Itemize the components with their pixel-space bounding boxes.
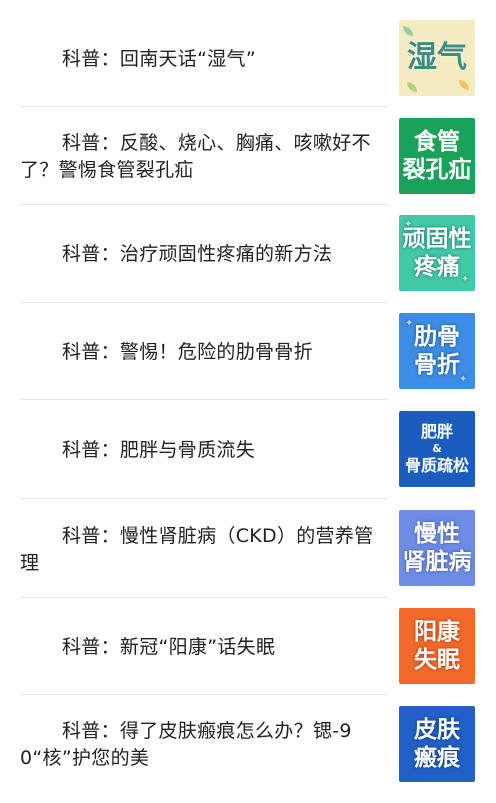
thumbnail-text: 食管 [414,129,460,155]
thumbnail-text: 骨质疏松 [404,456,469,475]
article-item-ckd-nutrition[interactable]: 科普：慢性肾脏病（CKD）的营养管理 慢性 肾脏病 [0,499,496,597]
thumbnail-text: 瘢痕 [414,745,460,771]
thumbnail-text: & [432,442,442,455]
article-thumbnail[interactable]: ✦ ✦ 肋骨 骨折 [399,313,475,389]
article-item-hiatal-hernia[interactable]: 科普：反酸、烧心、胸痛、咳嗽好不了？警惕食管裂孔疝 食管 裂孔疝 [0,107,496,205]
sparkle-icon: ✦ [405,318,414,329]
article-thumbnail[interactable]: 肥胖 & 骨质疏松 [399,411,475,487]
article-title[interactable]: 科普：慢性肾脏病（CKD）的营养管理 [20,523,380,577]
article-title[interactable]: 科普：警惕！危险的肋骨骨折 [20,339,380,366]
thumbnail-text: 裂孔疝 [402,157,472,183]
thumbnail-text: 阳康 [414,619,460,645]
leaf-decoration-icon [459,80,469,90]
leaf-decoration-icon [407,82,417,92]
article-item-obesity-bone-loss[interactable]: 科普：肥胖与骨质流失 肥胖 & 骨质疏松 [0,400,496,498]
article-title[interactable]: 科普：治疗顽固性疼痛的新方法 [20,241,380,268]
article-item-humidity[interactable]: 科普：回南天话“湿气” 湿气 [0,10,496,107]
sparkle-icon: ✦ [461,274,470,285]
thumbnail-text: 肾脏病 [402,549,472,575]
article-title[interactable]: 科普：回南天话“湿气” [20,46,380,73]
article-list: 科普：回南天话“湿气” 湿气 科普：反酸、烧心、胸痛、咳嗽好不了？警惕食管裂孔疝… [0,0,496,803]
article-thumbnail[interactable]: 慢性 肾脏病 [399,510,475,586]
thumbnail-text: 肋骨 [414,324,460,350]
article-item-rib-fracture[interactable]: 科普：警惕！危险的肋骨骨折 ✦ ✦ 肋骨 骨折 [0,303,496,400]
article-item-skin-scar[interactable]: 科普：得了皮肤瘢痕怎么办？锶-90“核”护您的美 皮肤 瘢痕 [0,695,496,793]
article-title[interactable]: 科普：新冠“阳康”话失眠 [20,634,380,661]
thumbnail-text: 顽固性 [402,226,472,252]
thumbnail-text: 疼痛 [414,254,460,280]
article-thumbnail[interactable]: 食管 裂孔疝 [399,118,475,194]
article-title[interactable]: 科普：肥胖与骨质流失 [20,437,380,464]
thumbnail-text: 湿气 [407,40,467,75]
sparkle-icon: ✦ [404,219,413,230]
article-title[interactable]: 科普：反酸、烧心、胸痛、咳嗽好不了？警惕食管裂孔疝 [20,130,380,184]
article-title[interactable]: 科普：得了皮肤瘢痕怎么办？锶-90“核”护您的美 [20,718,380,772]
sparkle-icon: ✦ [459,374,468,385]
article-thumbnail[interactable]: 湿气 [399,20,475,96]
article-item-chronic-pain[interactable]: 科普：治疗顽固性疼痛的新方法 ✦ ✦ 顽固性 疼痛 [0,205,496,302]
thumbnail-text: 肥胖 [420,422,453,441]
article-thumbnail[interactable]: 皮肤 瘢痕 [399,706,475,782]
thumbnail-text: 失眠 [414,647,460,673]
thumbnail-text: 骨折 [414,352,460,378]
article-thumbnail[interactable]: 阳康 失眠 [399,608,475,684]
thumbnail-text: 慢性 [414,521,460,547]
leaf-decoration-icon [403,26,413,36]
article-item-insomnia[interactable]: 科普：新冠“阳康”话失眠 阳康 失眠 [0,598,496,695]
thumbnail-text: 皮肤 [414,717,460,743]
article-thumbnail[interactable]: ✦ ✦ 顽固性 疼痛 [399,215,475,291]
